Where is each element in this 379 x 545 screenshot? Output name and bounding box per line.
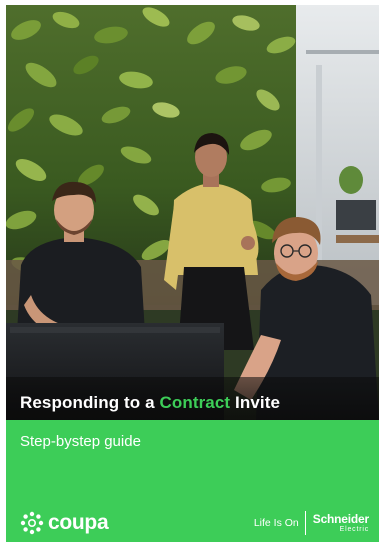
tagline-on: On	[284, 517, 299, 529]
coupa-burst-icon	[20, 511, 44, 535]
electric-name: Electric	[339, 526, 369, 533]
background-monitor	[336, 200, 376, 230]
schneider-wordmark: Schneider Electric	[313, 513, 369, 533]
title-highlight: Contract	[159, 393, 231, 412]
coupa-wordmark: coupa	[48, 511, 109, 534]
life-is-on-tagline: Life Is On	[254, 517, 299, 529]
office-plant	[339, 166, 363, 194]
schneider-electric-logo: Life Is On Schneider Electric	[254, 509, 369, 537]
background-desk	[336, 235, 379, 243]
title-prefix: Responding to a	[20, 393, 160, 412]
document-page: Responding to a Contract Invite Step-bys…	[0, 0, 379, 545]
tagline-text: Life Is	[253, 517, 285, 529]
logo-divider	[304, 511, 306, 535]
cover-photo-illustration	[6, 5, 379, 420]
schneider-name: Schneider	[312, 512, 369, 526]
cover-photo	[6, 5, 379, 420]
coupa-logo: coupa	[20, 510, 109, 536]
cover-panel: Responding to a Contract Invite Step-bys…	[6, 5, 379, 542]
document-title: Responding to a Contract Invite	[20, 393, 280, 413]
document-subtitle: Step-bystep guide	[20, 433, 141, 450]
title-suffix: Invite	[230, 393, 281, 412]
